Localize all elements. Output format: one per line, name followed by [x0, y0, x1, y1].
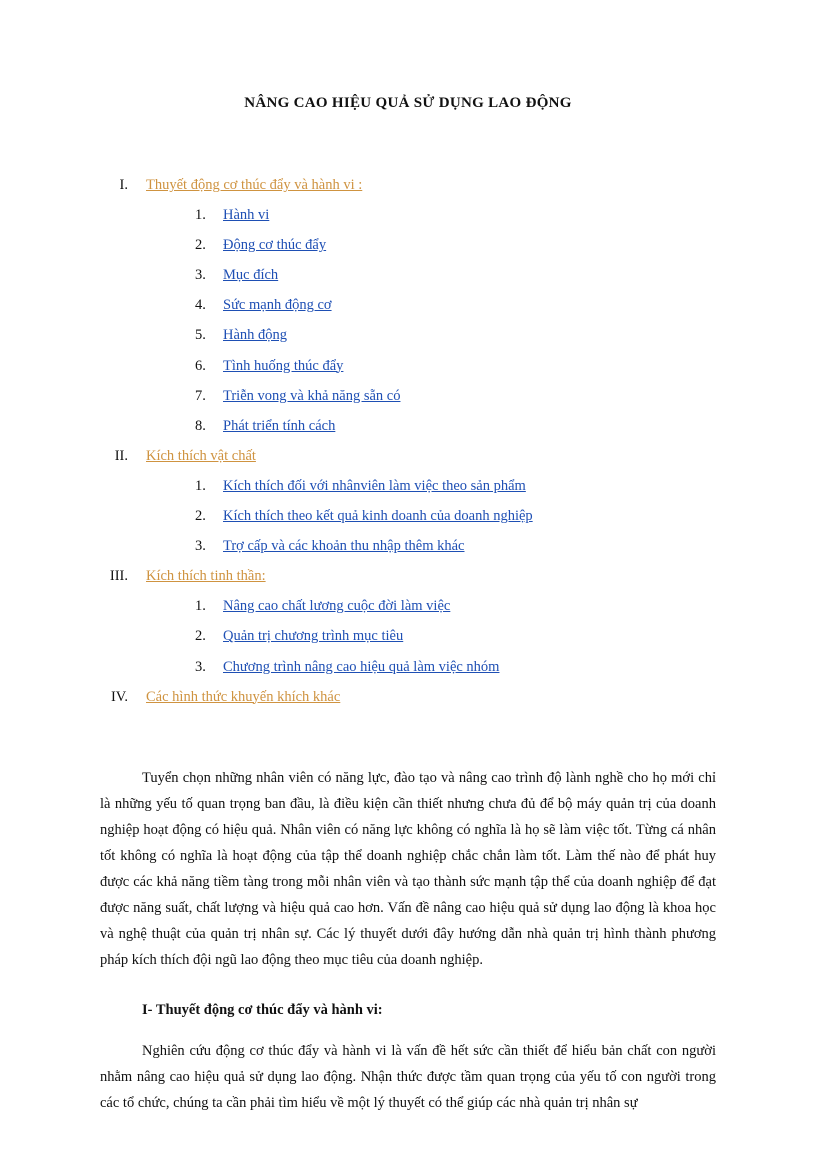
- toc-item: 1.Nâng cao chất lương cuộc đời làm việc: [195, 593, 716, 619]
- toc-item-link[interactable]: Tình huống thúc đẩy: [223, 353, 343, 379]
- toc-item-link[interactable]: Quản trị chương trình mục tiêu: [223, 623, 403, 649]
- toc-item: 2.Quản trị chương trình mục tiêu: [195, 623, 716, 649]
- toc-item-number: 7.: [195, 383, 223, 409]
- toc-roman: I.: [100, 172, 146, 198]
- toc-item-link[interactable]: Chương trình nâng cao hiệu quả làm việc …: [223, 654, 499, 680]
- toc-roman: IV.: [100, 684, 146, 710]
- toc-item-link[interactable]: Sức mạnh động cơ: [223, 292, 332, 318]
- body-paragraph-2: Nghiên cứu động cơ thúc đẩy và hành vi l…: [100, 1038, 716, 1116]
- toc-roman: III.: [100, 563, 146, 589]
- toc-item-number: 2.: [195, 503, 223, 529]
- toc-section: IV.Các hình thức khuyến khích khác: [100, 684, 716, 710]
- toc-item: 1.Kích thích đối với nhânviên làm việc t…: [195, 473, 716, 499]
- toc-item-link[interactable]: Kích thích đối với nhânviên làm việc the…: [223, 473, 526, 499]
- toc-item-number: 1.: [195, 473, 223, 499]
- toc-item-number: 3.: [195, 533, 223, 559]
- toc-item-number: 3.: [195, 654, 223, 680]
- toc-item-number: 1.: [195, 202, 223, 228]
- toc-roman: II.: [100, 443, 146, 469]
- toc-item-number: 2.: [195, 623, 223, 649]
- body-paragraph-1: Tuyển chọn những nhân viên có năng lực, …: [100, 765, 716, 974]
- toc-item: 4.Sức mạnh động cơ: [195, 292, 716, 318]
- document-page: NÂNG CAO HIỆU QUẢ SỬ DỤNG LAO ĐỘNG I.Thu…: [0, 0, 816, 1162]
- toc-item: 2.Kích thích theo kết quả kinh doanh của…: [195, 503, 716, 529]
- toc-item-number: 6.: [195, 353, 223, 379]
- toc-item-number: 8.: [195, 413, 223, 439]
- toc-section: I.Thuyết động cơ thúc đẩy và hành vi :: [100, 172, 716, 198]
- toc-item-link[interactable]: Nâng cao chất lương cuộc đời làm việc: [223, 593, 450, 619]
- toc-item-link[interactable]: Phát triển tính cách: [223, 413, 335, 439]
- toc-section-link[interactable]: Kích thích tinh thần:: [146, 563, 266, 589]
- toc-item: 6.Tình huống thúc đẩy: [195, 353, 716, 379]
- toc-item-link[interactable]: Kích thích theo kết quả kinh doanh của d…: [223, 503, 533, 529]
- toc-item-number: 3.: [195, 262, 223, 288]
- section-heading: I- Thuyết động cơ thúc đẩy và hành vi:: [142, 997, 716, 1023]
- toc-item: 3.Mục đích: [195, 262, 716, 288]
- toc-item-link[interactable]: Triễn vong và khả năng sẵn có: [223, 383, 400, 409]
- toc-item: 3.Trợ cấp và các khoản thu nhập thêm khá…: [195, 533, 716, 559]
- toc-item: 5.Hành động: [195, 322, 716, 348]
- toc-item-number: 4.: [195, 292, 223, 318]
- page-title: NÂNG CAO HIỆU QUẢ SỬ DỤNG LAO ĐỘNG: [100, 90, 716, 117]
- toc-item-link[interactable]: Hành vi: [223, 202, 269, 228]
- toc-item-link[interactable]: Hành động: [223, 322, 287, 348]
- toc-item: 1.Hành vi: [195, 202, 716, 228]
- toc-section: II.Kích thích vật chất: [100, 443, 716, 469]
- toc-item: 8.Phát triển tính cách: [195, 413, 716, 439]
- toc-section-link[interactable]: Các hình thức khuyến khích khác: [146, 684, 340, 710]
- toc-item: 3.Chương trình nâng cao hiệu quả làm việ…: [195, 654, 716, 680]
- toc-item-link[interactable]: Trợ cấp và các khoản thu nhập thêm khác: [223, 533, 464, 559]
- toc-item-link[interactable]: Mục đích: [223, 262, 278, 288]
- toc-item-number: 1.: [195, 593, 223, 619]
- toc-item: 2.Động cơ thúc đẩy: [195, 232, 716, 258]
- toc-section-link[interactable]: Kích thích vật chất: [146, 443, 256, 469]
- toc-section-link[interactable]: Thuyết động cơ thúc đẩy và hành vi :: [146, 172, 362, 198]
- toc-item-link[interactable]: Động cơ thúc đẩy: [223, 232, 326, 258]
- toc-item: 7.Triễn vong và khả năng sẵn có: [195, 383, 716, 409]
- table-of-contents: I.Thuyết động cơ thúc đẩy và hành vi : 1.…: [100, 172, 716, 710]
- toc-item-number: 2.: [195, 232, 223, 258]
- toc-section: III.Kích thích tinh thần:: [100, 563, 716, 589]
- toc-item-number: 5.: [195, 322, 223, 348]
